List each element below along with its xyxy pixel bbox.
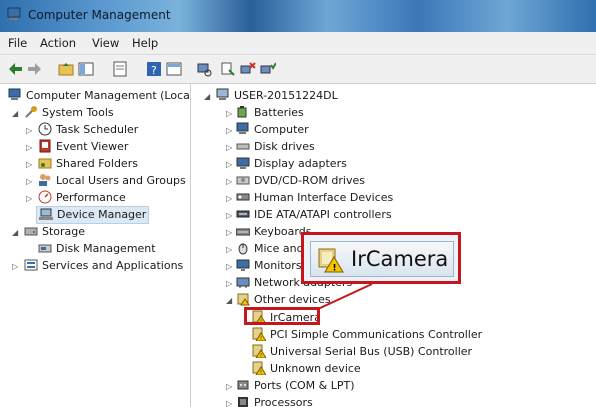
svg-text:!: ! bbox=[333, 264, 337, 274]
callout-connector-line bbox=[317, 283, 373, 310]
ircamera-zoom-callout: ! IrCamera bbox=[301, 232, 461, 284]
callout-label: IrCamera bbox=[351, 247, 449, 271]
callout-inner: ! IrCamera bbox=[310, 241, 454, 277]
warning-device-icon: ! bbox=[318, 248, 344, 274]
